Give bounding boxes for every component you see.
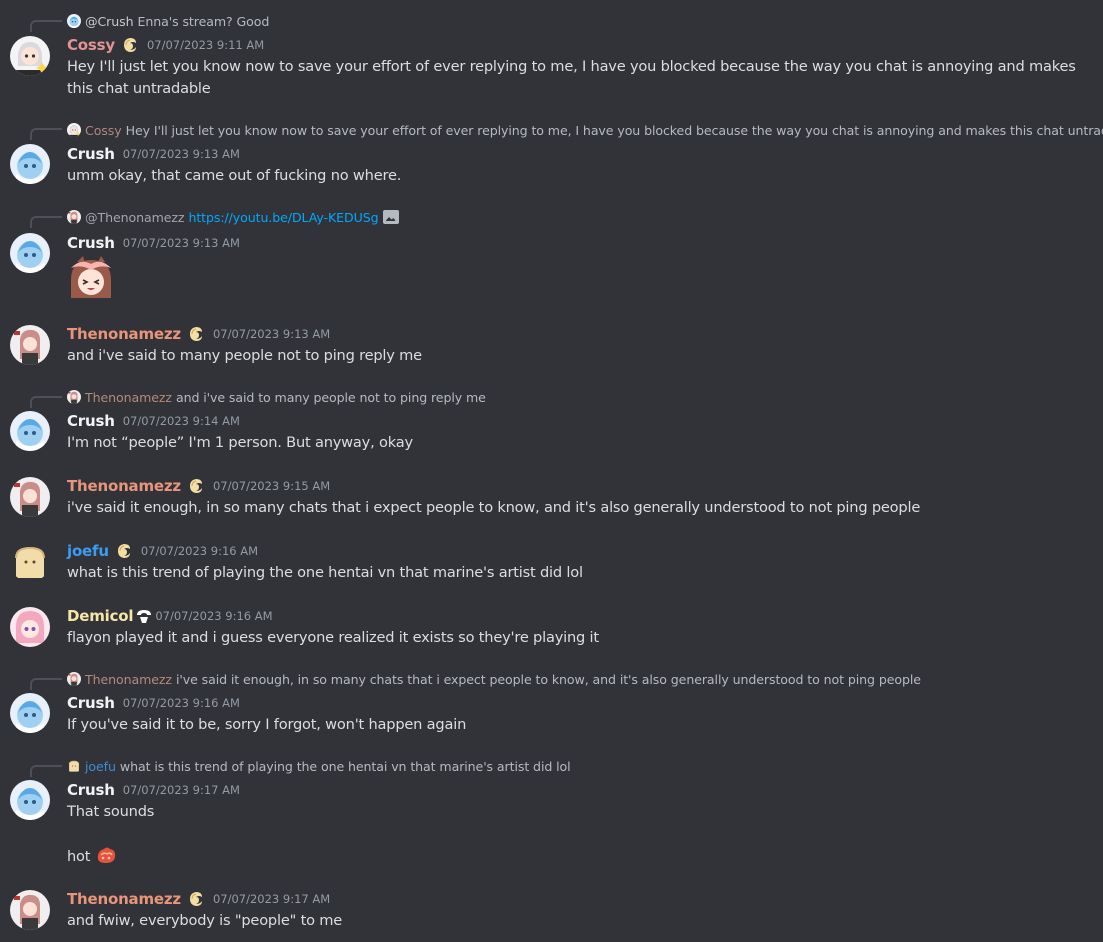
reply-author[interactable]: @Crush xyxy=(85,14,134,29)
message-header: Demicol 07/07/2023 9:16 AM xyxy=(67,606,273,626)
avatar[interactable] xyxy=(10,144,50,184)
reply-author[interactable]: joefu xyxy=(85,759,116,774)
username[interactable]: Crush xyxy=(67,145,115,163)
reply-avatar xyxy=(67,123,81,137)
username[interactable]: Cossy xyxy=(67,36,115,54)
message-content: umm okay, that came out of fucking no wh… xyxy=(67,167,402,184)
message-content-line2: hot xyxy=(67,845,1087,868)
avatar[interactable] xyxy=(10,411,50,451)
reply-connector xyxy=(30,678,62,690)
avatar[interactable] xyxy=(10,325,50,365)
reply-avatar xyxy=(67,759,81,773)
message-header: Crush 07/07/2023 9:13 AM xyxy=(67,144,240,164)
image-icon xyxy=(382,210,399,224)
reply-connector xyxy=(30,20,62,32)
reply-connector xyxy=(30,128,62,140)
reply-avatar xyxy=(67,672,81,686)
role-badge-icon[interactable] xyxy=(115,542,133,560)
reply-text: what is this trend of playing the one he… xyxy=(119,758,571,774)
reply-avatar xyxy=(67,390,81,404)
message-header: Thenonamezz 07/07/2023 9:15 AM xyxy=(67,476,330,496)
timestamp: 07/07/2023 9:16 AM xyxy=(155,609,273,623)
message-content: I'm not “people” I'm 1 person. But anywa… xyxy=(67,434,413,451)
reply-preview[interactable]: @Crush Enna's stream? Good xyxy=(67,12,269,30)
avatar[interactable] xyxy=(10,693,50,733)
username[interactable]: Thenonamezz xyxy=(67,477,181,495)
role-badge-icon[interactable] xyxy=(121,36,139,54)
reply-connector xyxy=(30,396,62,408)
timestamp: 07/07/2023 9:17 AM xyxy=(212,892,331,906)
username[interactable]: Demicol xyxy=(67,607,134,625)
message-content: If you've said it to be, sorry I forgot,… xyxy=(67,716,467,733)
message-header: joefu 07/07/2023 9:16 AM xyxy=(67,541,258,561)
reply-avatar xyxy=(67,14,81,28)
username[interactable]: Crush xyxy=(67,234,115,252)
timestamp: 07/07/2023 9:16 AM xyxy=(140,544,259,558)
message-content: i've said it enough, in so many chats th… xyxy=(67,499,921,516)
role-badge-icon[interactable] xyxy=(187,325,205,343)
message-header: Crush 07/07/2023 9:16 AM xyxy=(67,693,240,713)
avatar[interactable] xyxy=(10,542,50,582)
avatar[interactable] xyxy=(10,890,50,930)
timestamp: 07/07/2023 9:11 AM xyxy=(146,38,265,52)
message-text: hot xyxy=(67,848,91,865)
timestamp: 07/07/2023 9:14 AM xyxy=(122,414,240,428)
message-header: Crush 07/07/2023 9:17 AM xyxy=(67,780,240,800)
timestamp: 07/07/2023 9:13 AM xyxy=(122,236,240,250)
avatar[interactable] xyxy=(10,780,50,820)
role-badge-icon[interactable] xyxy=(187,477,205,495)
username[interactable]: joefu xyxy=(67,542,109,560)
username[interactable]: Thenonamezz xyxy=(67,325,181,343)
username[interactable]: Thenonamezz xyxy=(67,890,181,908)
reply-text: Enna's stream? Good xyxy=(137,13,270,29)
reply-author[interactable]: @Thenonamezz xyxy=(85,210,185,225)
chat-message-list: @Crush Enna's stream? Good Cossy 07/07/2… xyxy=(0,0,1103,942)
anime-girl-sticker[interactable] xyxy=(67,254,115,302)
reply-preview[interactable]: Thenonamezz and i've said to many people… xyxy=(67,388,486,406)
reply-preview[interactable]: joefu what is this trend of playing the … xyxy=(67,757,571,775)
avatar[interactable] xyxy=(10,36,50,76)
message-header: Thenonamezz 07/07/2023 9:17 AM xyxy=(67,889,330,909)
reply-author[interactable]: Cossy xyxy=(85,123,122,138)
message-content: what is this trend of playing the one he… xyxy=(67,564,583,581)
reply-text: and i've said to many people not to ping… xyxy=(175,389,486,405)
reply-text: Hey I'll just let you know now to save y… xyxy=(125,122,1103,138)
message-content: and i've said to many people not to ping… xyxy=(67,347,422,364)
reply-preview[interactable]: Cossy Hey I'll just let you know now to … xyxy=(67,121,1103,139)
reply-connector xyxy=(30,216,62,228)
timestamp: 07/07/2023 9:13 AM xyxy=(212,327,331,341)
reply-connector xyxy=(30,765,62,777)
message-content: Hey I'll just let you know now to save y… xyxy=(67,58,1076,97)
message-header: Crush 07/07/2023 9:14 AM xyxy=(67,411,240,431)
avatar[interactable] xyxy=(10,233,50,273)
hot-emoji-icon xyxy=(95,845,117,865)
reply-preview[interactable]: @Thenonamezz https://youtu.be/DLAy-KEDUS… xyxy=(67,208,399,226)
message-header: Crush 07/07/2023 9:13 AM xyxy=(67,233,240,253)
username[interactable]: Crush xyxy=(67,781,115,799)
message-content: That sounds xyxy=(67,803,155,820)
role-badge-icon[interactable] xyxy=(135,607,153,625)
timestamp: 07/07/2023 9:16 AM xyxy=(122,696,240,710)
message-content: flayon played it and i guess everyone re… xyxy=(67,629,599,646)
message-content: and fwiw, everybody is "people" to me xyxy=(67,912,343,929)
username[interactable]: Crush xyxy=(67,694,115,712)
reply-preview[interactable]: Thenonamezz i've said it enough, in so m… xyxy=(67,670,921,688)
reply-avatar xyxy=(67,210,81,224)
reply-text: i've said it enough, in so many chats th… xyxy=(175,671,921,687)
username[interactable]: Crush xyxy=(67,412,115,430)
reply-author[interactable]: Thenonamezz xyxy=(85,390,172,405)
timestamp: 07/07/2023 9:17 AM xyxy=(122,783,240,797)
message-header: Cossy 07/07/2023 9:11 AM xyxy=(67,35,264,55)
reply-author[interactable]: Thenonamezz xyxy=(85,672,172,687)
role-badge-icon[interactable] xyxy=(187,890,205,908)
avatar[interactable] xyxy=(10,607,50,647)
timestamp: 07/07/2023 9:13 AM xyxy=(122,147,240,161)
timestamp: 07/07/2023 9:15 AM xyxy=(212,479,331,493)
reply-link[interactable]: https://youtu.be/DLAy-KEDUSg xyxy=(188,210,378,225)
avatar[interactable] xyxy=(10,477,50,517)
message-header: Thenonamezz 07/07/2023 9:13 AM xyxy=(67,324,330,344)
